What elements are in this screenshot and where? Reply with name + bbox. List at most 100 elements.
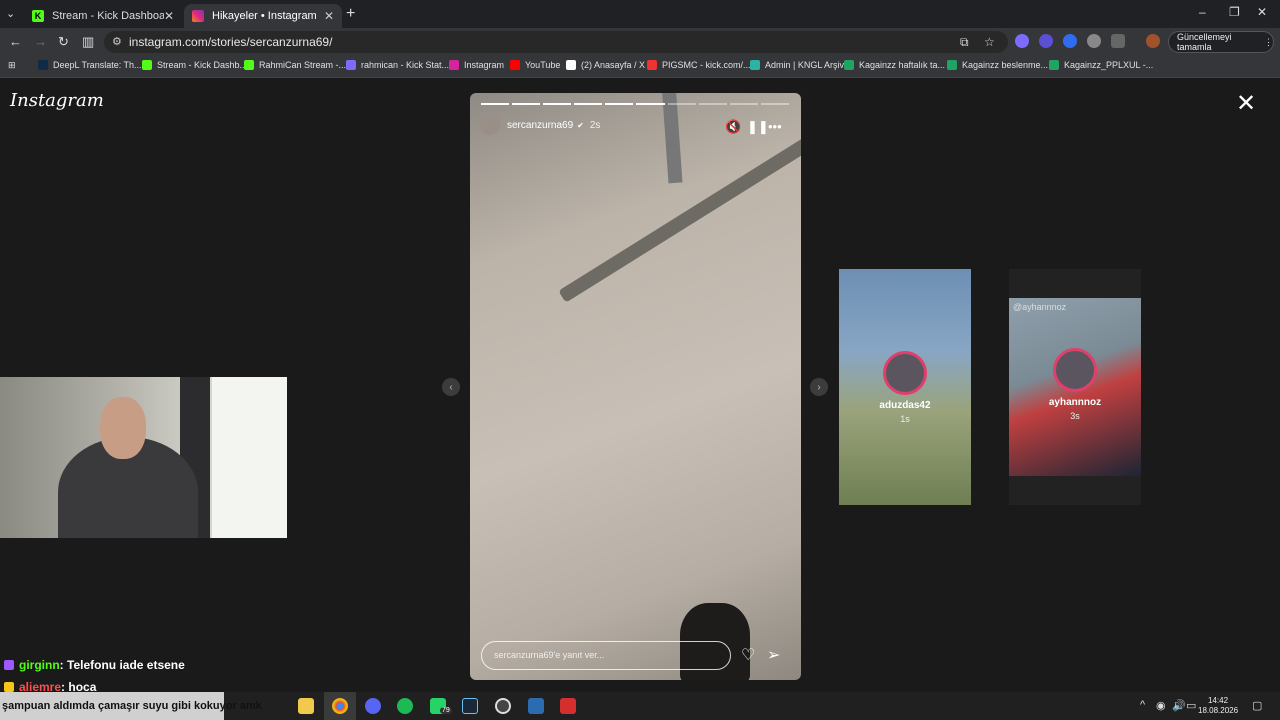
obs-icon[interactable]: [495, 698, 511, 714]
bookmark-item[interactable]: RahmiCan Stream -...: [244, 60, 346, 70]
discord-icon[interactable]: [365, 698, 381, 714]
steam-icon[interactable]: [462, 698, 478, 714]
kick-favicon-icon: K: [32, 10, 44, 22]
close-tab-icon[interactable]: ✕: [324, 9, 334, 23]
notifications-icon[interactable]: ▢: [1252, 699, 1262, 712]
new-tab-icon[interactable]: +: [346, 5, 355, 23]
restore-icon[interactable]: ❐: [1229, 5, 1240, 19]
story-header: sercanzurna69 ✔ 2s: [480, 115, 600, 135]
story-progress-segment: [481, 103, 510, 105]
avatar: [1053, 348, 1097, 392]
forward-icon[interactable]: →: [34, 34, 47, 49]
app-icon[interactable]: [528, 698, 544, 714]
like-heart-icon[interactable]: ♡: [741, 645, 755, 665]
avatar[interactable]: [480, 115, 500, 135]
story-progress-segment: [698, 103, 727, 105]
pause-icon[interactable]: ❚❚: [747, 119, 769, 135]
admin-icon: [750, 60, 760, 70]
spotify-icon[interactable]: [397, 698, 413, 714]
apps-grid-icon[interactable]: ⊞: [8, 60, 16, 71]
story-media-object: [661, 93, 683, 184]
bookmark-label: rahmican - Kick Stat...: [361, 60, 450, 70]
bookmark-label: Admin | KNGL Arşiv: [765, 60, 845, 70]
bookmark-label: YouTube: [525, 60, 561, 70]
x-icon: [566, 60, 576, 70]
chrome-icon[interactable]: [332, 698, 348, 714]
story-progress-segment: [574, 103, 603, 105]
file-explorer-icon[interactable]: [298, 698, 314, 714]
bookmark-item[interactable]: YouTube: [510, 60, 560, 70]
bookmark-item[interactable]: PIGSMC - kick.com/...: [647, 60, 751, 70]
sheets-icon: [947, 60, 957, 70]
story-progress-segment: [512, 103, 541, 105]
more-options-icon[interactable]: •••: [768, 119, 782, 134]
next-story-icon[interactable]: ›: [810, 378, 828, 396]
profile-avatar[interactable]: [1146, 34, 1160, 48]
bookmark-item[interactable]: rahmican - Kick Stat...: [346, 60, 449, 70]
story-username[interactable]: sercanzurna69: [507, 120, 573, 131]
back-icon[interactable]: ←: [9, 34, 22, 49]
close-window-icon[interactable]: ✕: [1257, 5, 1267, 19]
active-story[interactable]: sercanzurna69 ✔ 2s 🔇 ❚❚ ••• sercanzurna6…: [470, 93, 801, 680]
extension-icon[interactable]: [1015, 34, 1029, 48]
extension-icon[interactable]: [1039, 34, 1053, 48]
tab-kick-dashboard[interactable]: K Stream - Kick Dashboard ✕: [24, 4, 182, 28]
update-browser-button[interactable]: Güncellemeyi tamamla ⋮: [1168, 31, 1274, 53]
bookmark-item[interactable]: Instagram: [449, 60, 504, 70]
site-info-icon[interactable]: ⚙: [112, 35, 122, 48]
browser-toolbar: ← → ↻ ▥ ⚙ instagram.com/stories/sercanzu…: [0, 28, 1280, 56]
close-tab-icon[interactable]: ✕: [164, 9, 174, 23]
discord-tray-icon[interactable]: ◉: [1156, 699, 1166, 712]
install-app-icon[interactable]: ⧉: [960, 35, 969, 50]
system-clock[interactable]: 14:42 18.08.2026: [1198, 696, 1238, 716]
story-preview-card[interactable]: @ayhannnoz ayhannnoz 3s: [1009, 269, 1141, 505]
address-bar[interactable]: ⚙ instagram.com/stories/sercanzurna69/ ⧉…: [104, 31, 1008, 53]
tts-marquee-text: şampuan aldımda çamaşır suyu gibi kokuyo…: [2, 700, 262, 712]
windows-taskbar: şampuan aldımda çamaşır suyu gibi kokuyo…: [0, 692, 1280, 720]
bookmark-item[interactable]: Kagainzz haftalık ta...: [844, 60, 945, 70]
bookmark-item[interactable]: Kagainzz beslenme...: [947, 60, 1048, 70]
sheets-icon: [1049, 60, 1059, 70]
bookmark-label: Stream - Kick Dashb...: [157, 60, 248, 70]
chat-text: : Telefonu iade etsene: [59, 658, 185, 672]
bookmark-label: Kagainzz_PPLXUL -...: [1064, 60, 1154, 70]
bookmark-item[interactable]: Admin | KNGL Arşiv: [750, 60, 844, 70]
volume-icon[interactable]: 🔊: [1172, 699, 1186, 712]
reload-icon[interactable]: ↻: [58, 34, 69, 50]
tab-search-icon[interactable]: ⌄: [6, 7, 15, 20]
instagram-logo[interactable]: Instagram: [10, 90, 104, 111]
extension-icon[interactable]: [1063, 34, 1077, 48]
tab-instagram-stories[interactable]: Hikayeler • Instagram ✕: [184, 4, 342, 28]
minimize-icon[interactable]: –: [1199, 5, 1206, 19]
bookmark-item[interactable]: (2) Anasayfa / X: [566, 60, 645, 70]
browser-tab-strip: ⌄ K Stream - Kick Dashboard ✕ Hikayeler …: [0, 0, 1280, 28]
app-icon[interactable]: [560, 698, 576, 714]
bookmark-item[interactable]: Kagainzz_PPLXUL -...: [1049, 60, 1153, 70]
chat-username: girginn: [19, 658, 60, 672]
extensions-puzzle-icon[interactable]: [1111, 34, 1125, 48]
streamer-head: [100, 397, 146, 459]
network-icon[interactable]: ▭: [1186, 699, 1196, 712]
previous-story-icon[interactable]: ‹: [442, 378, 460, 396]
bookmark-star-icon[interactable]: ☆: [984, 35, 995, 49]
instagram-favicon-icon: [192, 10, 204, 22]
show-hidden-icons-icon[interactable]: ^: [1140, 699, 1145, 711]
webcam-overlay: [0, 377, 287, 538]
bookmark-label: PIGSMC - kick.com/...: [662, 60, 751, 70]
menu-dots-icon[interactable]: ⋮: [1264, 37, 1273, 48]
preview-mention-tag: @ayhannnoz: [1013, 302, 1067, 312]
close-stories-icon[interactable]: ✕: [1236, 92, 1256, 116]
story-preview-card[interactable]: aduzdas42 1s: [839, 269, 971, 505]
send-icon[interactable]: ➢: [767, 645, 780, 665]
reply-input[interactable]: sercanzurna69'e yanıt ver...: [481, 641, 731, 670]
bookmark-item[interactable]: DeepL Translate: Th...: [38, 60, 142, 70]
shield-icon[interactable]: [1087, 34, 1101, 48]
bookmark-label: DeepL Translate: Th...: [53, 60, 142, 70]
preview-username: ayhannnoz: [1048, 397, 1102, 408]
story-progress-segment: [729, 103, 758, 105]
bookmarks-bar: ⊞ DeepL Translate: Th... Stream - Kick D…: [0, 56, 1280, 78]
side-panel-icon[interactable]: ▥: [82, 34, 94, 50]
bookmark-item[interactable]: Stream - Kick Dashb...: [142, 60, 247, 70]
sheets-icon: [844, 60, 854, 70]
mute-icon[interactable]: 🔇: [725, 119, 741, 135]
